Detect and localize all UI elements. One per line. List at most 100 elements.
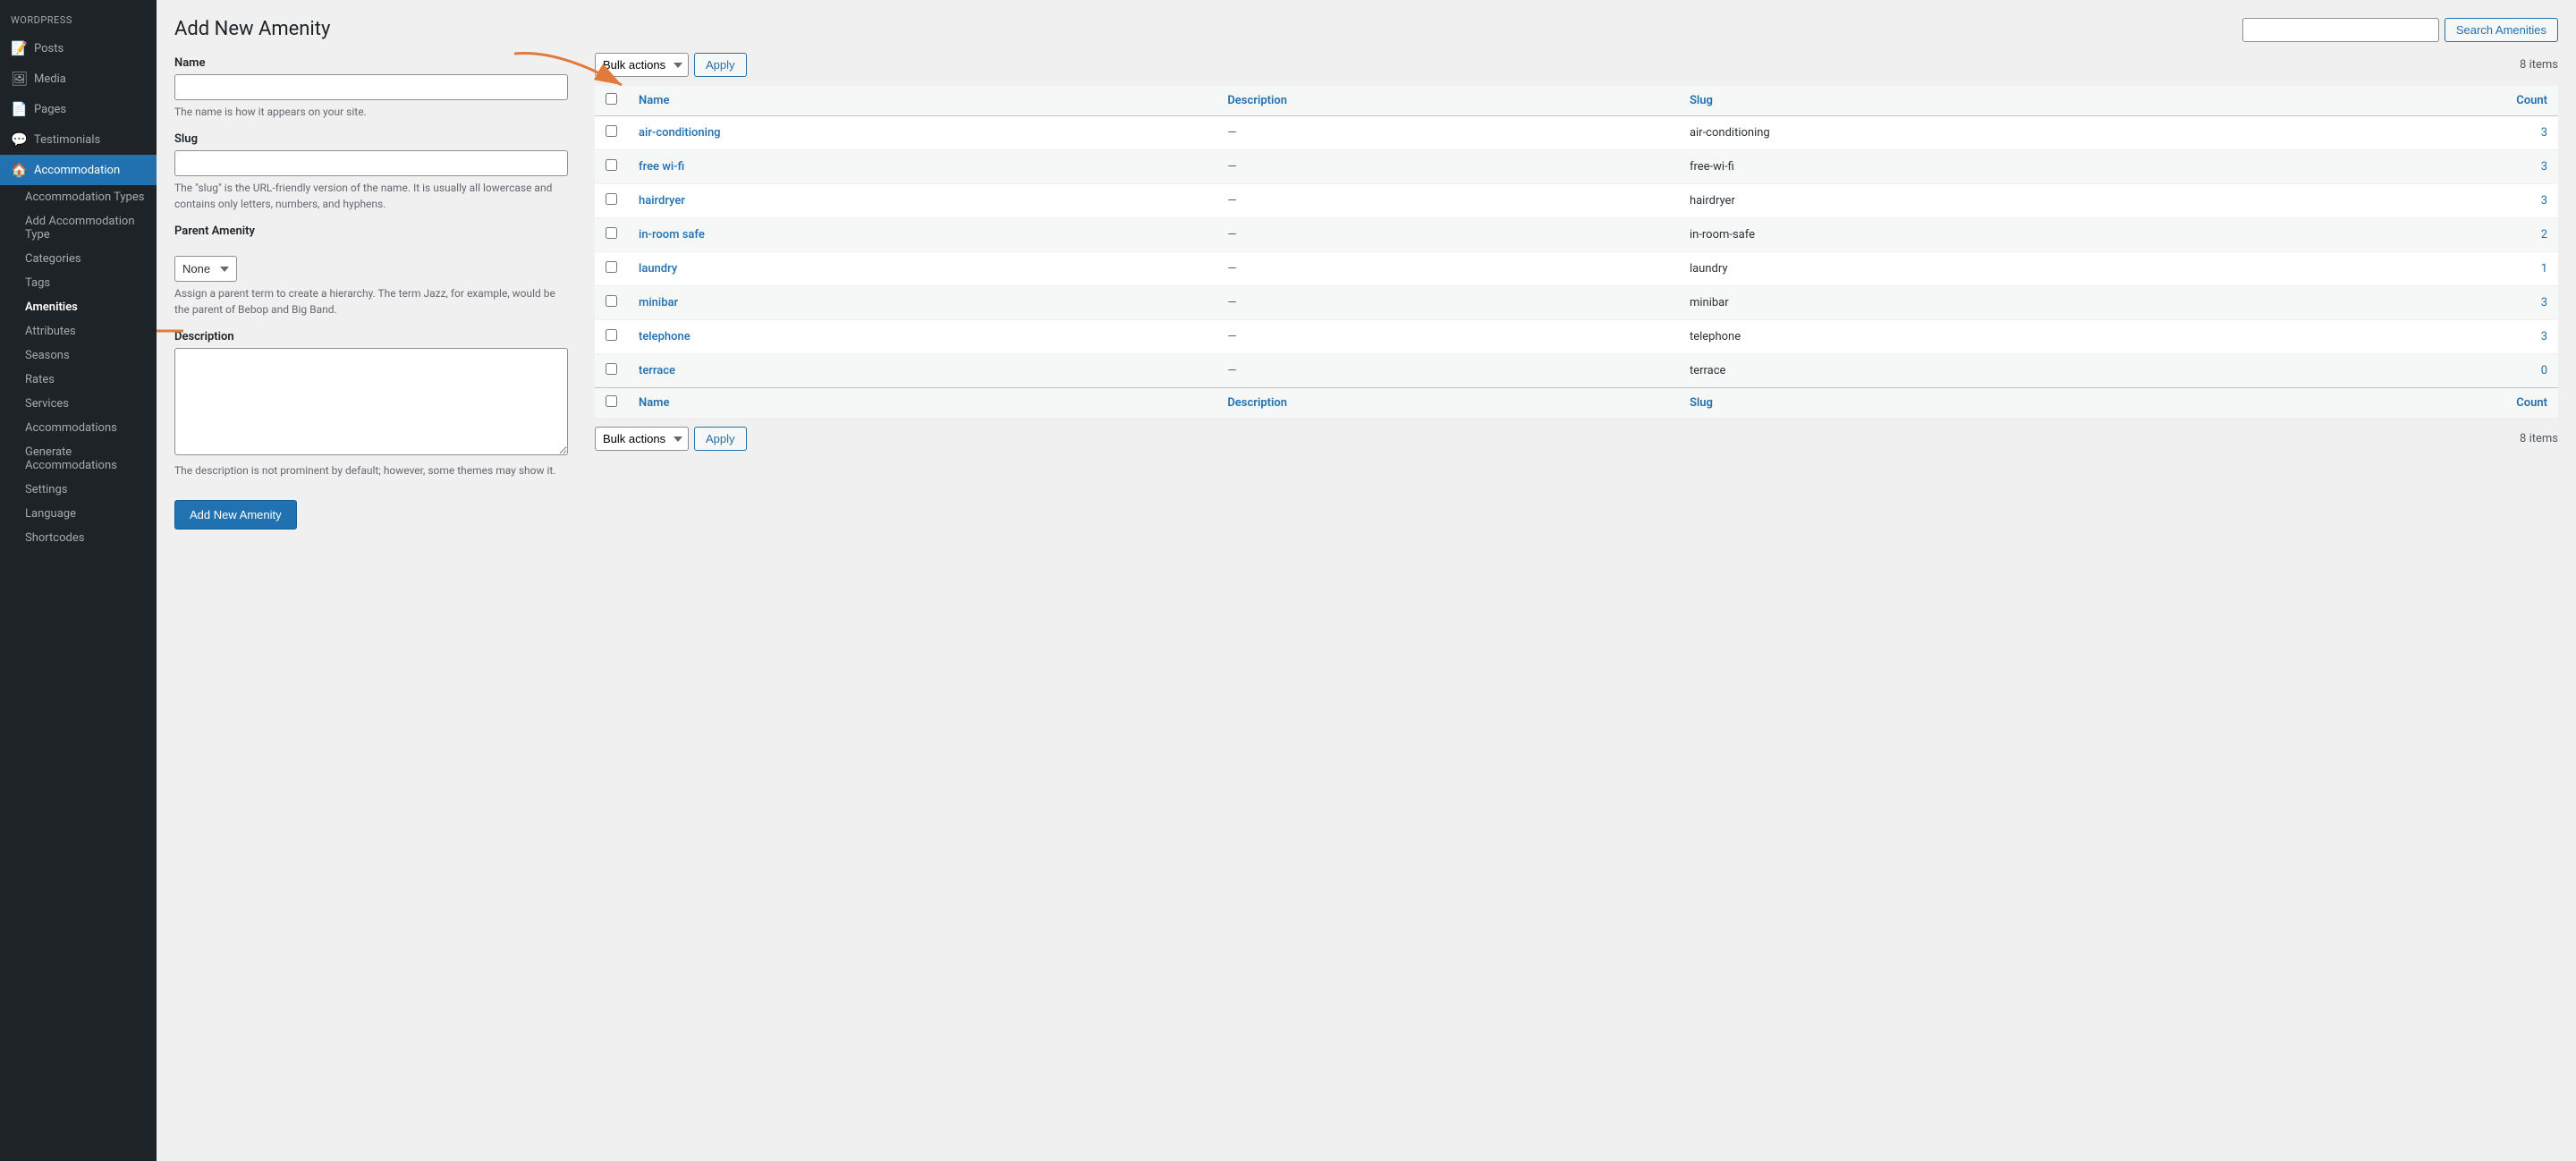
search-input[interactable] (2242, 18, 2439, 42)
row-count-cell[interactable]: 3 (2258, 184, 2558, 218)
row-name-link[interactable]: terrace (639, 364, 675, 377)
row-name-link[interactable]: minibar (639, 296, 678, 309)
sidebar: WordPress 📝 Posts 🖼 Media 📄 Pages 💬 Test… (0, 0, 157, 1161)
row-name-link[interactable]: hairdryer (639, 194, 685, 208)
row-checkbox[interactable] (606, 159, 617, 171)
accommodation-icon: 🏠 (11, 162, 27, 178)
slug-label: Slug (174, 132, 568, 146)
content-area: Add New Amenity Name The name is how it … (157, 0, 2576, 1161)
description-textarea[interactable] (174, 348, 568, 455)
row-checkbox[interactable] (606, 125, 617, 137)
row-checkbox[interactable] (606, 261, 617, 273)
search-bar: Search Amenities (595, 18, 2558, 42)
table-topbar: Bulk actions Apply 8 items (595, 53, 2558, 77)
row-checkbox-cell (595, 150, 628, 184)
sidebar-item-pages[interactable]: 📄 Pages (0, 94, 157, 124)
name-label: Name (174, 56, 568, 70)
sidebar-item-attributes[interactable]: Attributes (0, 319, 157, 343)
table-row: free wi-fi — free-wi-fi 3 (595, 150, 2558, 184)
sidebar-header: WordPress (0, 0, 157, 33)
sidebar-item-accommodation-types[interactable]: Accommodation Types (0, 185, 157, 209)
sidebar-item-accommodation[interactable]: 🏠 Accommodation (0, 155, 157, 185)
main-content: Add New Amenity Name The name is how it … (157, 0, 2576, 1161)
sidebar-item-language[interactable]: Language (0, 502, 157, 526)
pages-icon: 📄 (11, 101, 27, 117)
row-checkbox[interactable] (606, 295, 617, 307)
row-checkbox[interactable] (606, 363, 617, 375)
row-description-cell: — (1216, 354, 1679, 388)
row-name-link[interactable]: air-conditioning (639, 126, 721, 140)
row-checkbox-cell (595, 252, 628, 286)
row-checkbox-cell (595, 218, 628, 252)
bulk-actions-select-top[interactable]: Bulk actions (595, 53, 689, 77)
row-description-cell: — (1216, 116, 1679, 150)
row-checkbox[interactable] (606, 329, 617, 341)
sidebar-item-shortcodes[interactable]: Shortcodes (0, 526, 157, 550)
row-slug-cell: laundry (1679, 252, 2258, 286)
table-header-row: Name Description Slug Count (595, 86, 2558, 116)
sidebar-item-testimonials[interactable]: 💬 Testimonials (0, 124, 157, 155)
row-count-cell[interactable]: 3 (2258, 320, 2558, 354)
th-name[interactable]: Name (628, 86, 1216, 116)
row-count-cell[interactable]: 3 (2258, 150, 2558, 184)
table-row: hairdryer — hairdryer 3 (595, 184, 2558, 218)
slug-input[interactable] (174, 150, 568, 176)
table-row: air-conditioning — air-conditioning 3 (595, 116, 2558, 150)
sidebar-item-posts-label: Posts (34, 42, 64, 55)
select-all-checkbox-footer[interactable] (606, 395, 617, 407)
tfoot-count[interactable]: Count (2258, 388, 2558, 419)
sidebar-item-generate-accommodations[interactable]: Generate Accommodations (0, 440, 157, 478)
tfoot-description[interactable]: Description (1216, 388, 1679, 419)
table-row: laundry — laundry 1 (595, 252, 2558, 286)
row-checkbox[interactable] (606, 193, 617, 205)
row-name-cell: in-room safe (628, 218, 1216, 252)
th-count[interactable]: Count (2258, 86, 2558, 116)
sidebar-item-add-accommodation-type[interactable]: Add Accommodation Type (0, 209, 157, 247)
parent-hint: Assign a parent term to create a hierarc… (174, 285, 568, 318)
row-count-cell[interactable]: 0 (2258, 354, 2558, 388)
bulk-actions-bar-bottom: Bulk actions Apply (595, 427, 747, 451)
sidebar-item-categories[interactable]: Categories (0, 247, 157, 271)
row-slug-cell: in-room-safe (1679, 218, 2258, 252)
sidebar-item-tags[interactable]: Tags (0, 271, 157, 295)
th-slug[interactable]: Slug (1679, 86, 2258, 116)
row-count-cell[interactable]: 2 (2258, 218, 2558, 252)
sidebar-item-media[interactable]: 🖼 Media (0, 64, 157, 94)
sidebar-item-seasons[interactable]: Seasons (0, 343, 157, 368)
th-description[interactable]: Description (1216, 86, 1679, 116)
add-amenity-button[interactable]: Add New Amenity (174, 500, 297, 530)
description-label: Description (174, 330, 568, 343)
apply-button-bottom[interactable]: Apply (694, 427, 747, 451)
row-name-link[interactable]: laundry (639, 262, 677, 275)
tfoot-slug[interactable]: Slug (1679, 388, 2258, 419)
row-name-link[interactable]: telephone (639, 330, 691, 343)
name-input[interactable] (174, 74, 568, 100)
row-name-cell: terrace (628, 354, 1216, 388)
sidebar-item-rates[interactable]: Rates (0, 368, 157, 392)
row-checkbox-cell (595, 320, 628, 354)
row-slug-cell: hairdryer (1679, 184, 2258, 218)
sidebar-item-services[interactable]: Services (0, 392, 157, 416)
apply-button-top[interactable]: Apply (694, 53, 747, 77)
tfoot-name[interactable]: Name (628, 388, 1216, 419)
bulk-actions-select-bottom[interactable]: Bulk actions (595, 427, 689, 451)
select-all-checkbox[interactable] (606, 93, 617, 105)
sidebar-item-amenities[interactable]: Amenities (0, 295, 157, 319)
items-count-bottom: 8 items (2520, 432, 2558, 445)
row-count-cell[interactable]: 3 (2258, 116, 2558, 150)
row-slug-cell: telephone (1679, 320, 2258, 354)
amenities-table: Name Description Slug Count (595, 86, 2558, 418)
sidebar-item-accommodations[interactable]: Accommodations (0, 416, 157, 440)
row-name-link[interactable]: free wi-fi (639, 160, 684, 174)
row-count-cell[interactable]: 3 (2258, 286, 2558, 320)
parent-select[interactable]: None (174, 256, 237, 282)
row-name-cell: air-conditioning (628, 116, 1216, 150)
row-name-link[interactable]: in-room safe (639, 228, 705, 242)
table-footer-row: Name Description Slug Count (595, 388, 2558, 419)
sidebar-item-posts[interactable]: 📝 Posts (0, 33, 157, 64)
search-button[interactable]: Search Amenities (2445, 18, 2558, 42)
row-checkbox-cell (595, 286, 628, 320)
sidebar-item-settings[interactable]: Settings (0, 478, 157, 502)
row-checkbox[interactable] (606, 227, 617, 239)
row-count-cell[interactable]: 1 (2258, 252, 2558, 286)
